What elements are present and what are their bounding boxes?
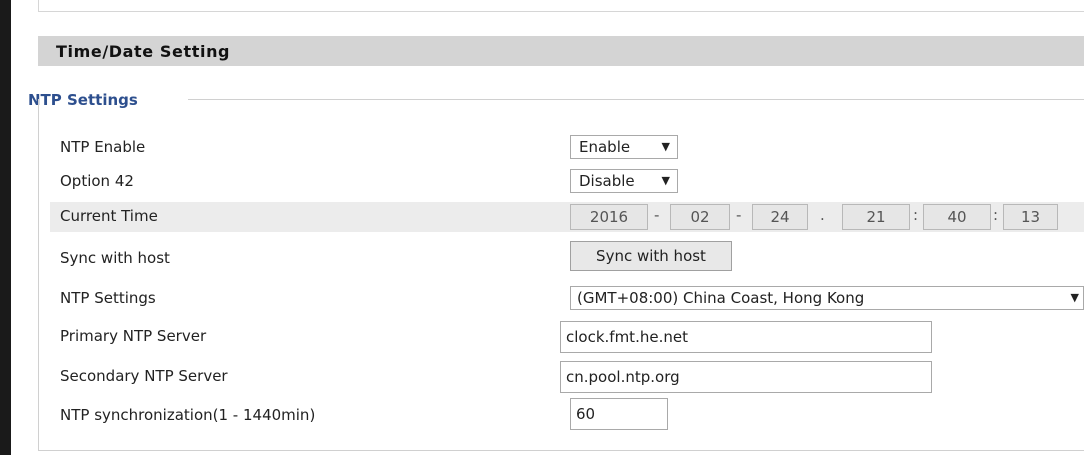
current-hour-field[interactable]: 21 xyxy=(842,204,910,230)
date-separator: - xyxy=(736,206,742,224)
ntp-sync-interval-input[interactable]: 60 xyxy=(570,398,668,430)
primary-ntp-server-input[interactable]: clock.fmt.he.net xyxy=(560,321,932,353)
group-border-left xyxy=(38,99,39,451)
current-minute-field[interactable]: 40 xyxy=(923,204,991,230)
left-edge-bar xyxy=(0,0,11,455)
dropdown-arrow-icon: ▼ xyxy=(661,174,670,187)
ntp-enable-value: Enable xyxy=(579,138,631,156)
date-separator: - xyxy=(654,206,660,224)
section-title: Time/Date Setting xyxy=(56,42,231,61)
sync-with-host-button[interactable]: Sync with host xyxy=(570,241,732,271)
secondary-ntp-server-input[interactable]: cn.pool.ntp.org xyxy=(560,361,932,393)
current-time-label: Current Time xyxy=(60,207,158,225)
option42-label: Option 42 xyxy=(60,172,134,190)
option42-select[interactable]: Disable ▼ xyxy=(570,169,678,193)
primary-ntp-server-label: Primary NTP Server xyxy=(60,327,207,345)
timezone-value: (GMT+08:00) China Coast, Hong Kong xyxy=(577,289,865,307)
current-month-field[interactable]: 02 xyxy=(670,204,730,230)
group-legend: NTP Settings xyxy=(28,91,138,109)
date-time-separator: . xyxy=(820,206,825,224)
section-header: Time/Date Setting xyxy=(38,36,1084,66)
time-separator: : xyxy=(913,206,919,224)
ntp-enable-select[interactable]: Enable ▼ xyxy=(570,135,678,159)
current-year-field[interactable]: 2016 xyxy=(570,204,648,230)
ntp-timezone-label: NTP Settings xyxy=(60,289,156,307)
group-border-bottom xyxy=(38,450,1084,451)
secondary-ntp-server-label: Secondary NTP Server xyxy=(60,367,228,385)
ntp-enable-label: NTP Enable xyxy=(60,138,146,156)
dropdown-arrow-icon: ▼ xyxy=(661,140,670,153)
current-second-field[interactable]: 13 xyxy=(1003,204,1058,230)
timezone-select[interactable]: (GMT+08:00) China Coast, Hong Kong ▼ xyxy=(570,286,1084,310)
previous-panel-border xyxy=(38,0,1084,12)
current-day-field[interactable]: 24 xyxy=(752,204,808,230)
dropdown-arrow-icon: ▼ xyxy=(1070,291,1079,304)
group-border-top xyxy=(188,99,1084,100)
option42-value: Disable xyxy=(579,172,635,190)
sync-host-label: Sync with host xyxy=(60,249,170,267)
time-separator: : xyxy=(993,206,999,224)
ntp-sync-interval-label: NTP synchronization(1 - 1440min) xyxy=(60,406,316,424)
